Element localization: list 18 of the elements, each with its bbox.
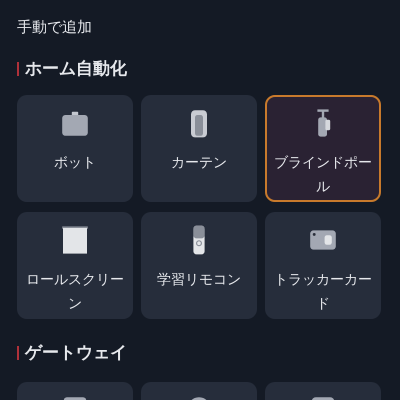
- section-marker: [17, 62, 19, 76]
- device-name: カーテン: [171, 154, 227, 173]
- device-name: ブラインドポール: [273, 154, 373, 197]
- section-title: ホーム自動化: [25, 58, 127, 81]
- device-name: トラッカーカード: [273, 271, 373, 314]
- device-name: 学習リモコン: [157, 271, 241, 290]
- device-card[interactable]: トラッカーカード: [265, 212, 381, 319]
- device-card[interactable]: 学習リモコン: [141, 212, 257, 319]
- device-card[interactable]: カーテン: [141, 95, 257, 202]
- device-name: ロールスクリーン: [25, 271, 125, 314]
- section-title: ゲートウェイ: [25, 342, 127, 365]
- device-name: ボット: [54, 154, 96, 173]
- device-card[interactable]: ボット: [17, 95, 133, 202]
- device-card[interactable]: ロールスクリーン: [17, 212, 133, 319]
- device-card[interactable]: ブラインドポール: [265, 95, 381, 202]
- roller-shade-icon: [59, 224, 91, 256]
- section-marker: [17, 346, 19, 360]
- page-title: 手動で追加: [17, 17, 93, 38]
